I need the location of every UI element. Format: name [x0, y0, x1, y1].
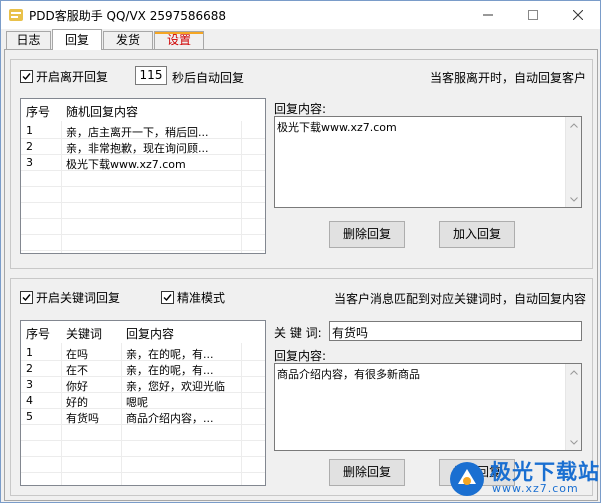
- checkbox-checked-icon: [20, 291, 33, 304]
- away-reply-checkbox[interactable]: 开启离开回复: [20, 68, 108, 85]
- keyword-reply-checkbox[interactable]: 开启关键词回复: [20, 289, 120, 306]
- list-item-empty: [21, 425, 265, 441]
- item-number: 5: [26, 410, 33, 423]
- list-header: 序号 关键词 回复内容: [21, 321, 265, 343]
- keyword-input[interactable]: 有货吗: [329, 321, 582, 341]
- watermark: 极光下载站 www.xz7.com: [448, 452, 599, 500]
- column-header-number: 序号: [26, 105, 51, 119]
- list-item-empty: [21, 187, 265, 203]
- minimize-icon[interactable]: [465, 1, 510, 29]
- title-bar: PDD客服助手 QQ/VX 2597586688: [1, 1, 600, 29]
- item-content: 亲，您好，欢迎光临: [126, 380, 225, 393]
- checkbox-checked-icon: [20, 70, 33, 83]
- list-item[interactable]: 4 好的 嗯呢: [21, 393, 265, 409]
- item-keyword: 在吗: [66, 348, 88, 361]
- column-header-content: 随机回复内容: [66, 105, 139, 119]
- item-number: 1: [26, 346, 33, 359]
- keyword-delete-button[interactable]: 删除回复: [329, 459, 405, 486]
- checkbox-checked-icon: [161, 291, 174, 304]
- list-item[interactable]: 3 你好 亲，您好，欢迎光临: [21, 377, 265, 393]
- item-content: 嗯呢: [126, 396, 148, 409]
- list-item-empty: [21, 441, 265, 457]
- vertical-scrollbar[interactable]: [565, 364, 581, 450]
- away-content-textarea[interactable]: 极光下载www.xz7.com: [274, 116, 582, 208]
- away-reply-list[interactable]: 序号 随机回复内容 1 亲，店主离开一下，稍后回... 2 亲，非常抱歉，现在询…: [20, 98, 266, 254]
- list-item-empty: [21, 235, 265, 251]
- item-number: 2: [26, 362, 33, 375]
- app-icon: [8, 7, 24, 23]
- away-content-label: 回复内容:: [274, 102, 327, 116]
- away-seconds-suffix: 秒后自动回复: [172, 71, 245, 85]
- column-header-number: 序号: [26, 327, 51, 341]
- list-item[interactable]: 1 亲，店主离开一下，稍后回...: [21, 123, 265, 139]
- away-delete-button[interactable]: 删除回复: [329, 221, 405, 248]
- keyword-reply-list[interactable]: 序号 关键词 回复内容 1 在吗 亲，在的呢，有... 2 在不 亲，在的呢，有…: [20, 320, 266, 486]
- away-seconds-input[interactable]: 115: [135, 66, 167, 85]
- away-add-button[interactable]: 加入回复: [439, 221, 515, 248]
- list-item[interactable]: 1 在吗 亲，在的呢，有...: [21, 345, 265, 361]
- list-item-empty: [21, 219, 265, 235]
- keyword-content-text: 商品介绍内容，有很多新商品: [277, 368, 420, 381]
- exact-mode-checkbox-label: 精准模式: [177, 291, 226, 305]
- close-icon[interactable]: [555, 1, 600, 29]
- keyword-reply-checkbox-label: 开启关键词回复: [36, 291, 121, 305]
- item-keyword: 在不: [66, 364, 88, 377]
- keyword-field-label: 关 键 词:: [274, 326, 322, 340]
- scroll-up-icon[interactable]: [566, 117, 581, 133]
- item-number: 1: [26, 124, 33, 137]
- watermark-url: www.xz7.com: [492, 482, 579, 495]
- tab-log[interactable]: 日志: [6, 31, 51, 50]
- item-content: 亲，在的呢，有...: [126, 348, 214, 361]
- item-number: 3: [26, 156, 33, 169]
- list-item[interactable]: 5 有货吗 商品介绍内容，...: [21, 409, 265, 425]
- tab-shipping[interactable]: 发货: [103, 31, 153, 50]
- item-keyword: 好的: [66, 396, 88, 409]
- away-content-text: 极光下载www.xz7.com: [277, 121, 397, 134]
- exact-mode-checkbox[interactable]: 精准模式: [161, 289, 225, 306]
- item-keyword: 你好: [66, 380, 88, 393]
- scroll-down-icon[interactable]: [566, 191, 581, 207]
- item-content: 商品介绍内容，...: [126, 412, 214, 425]
- app-window: PDD客服助手 QQ/VX 2597586688 日志 回复 发货 设置 开启离…: [0, 0, 601, 503]
- list-item[interactable]: 2 亲，非常抱歉，现在询问顾...: [21, 139, 265, 155]
- keyword-reply-hint: 当客户消息匹配到对应关键词时，自动回复内容: [333, 292, 586, 306]
- reply-tab-panel: 开启离开回复 115 秒后自动回复 当客服离开时，自动回复客户 序号 随机回复内…: [4, 49, 598, 501]
- column-header-content: 回复内容: [126, 327, 175, 341]
- tab-reply[interactable]: 回复: [52, 29, 102, 50]
- item-number: 3: [26, 378, 33, 391]
- item-number: 2: [26, 140, 33, 153]
- maximize-icon[interactable]: [510, 1, 555, 29]
- column-header-keyword: 关键词: [66, 327, 103, 341]
- keyword-input-value: 有货吗: [332, 326, 369, 340]
- item-number: 4: [26, 394, 33, 407]
- tab-bar: 日志 回复 发货 设置: [4, 29, 599, 50]
- window-title: PDD客服助手 QQ/VX 2597586688: [29, 9, 227, 23]
- away-reply-hint: 当客服离开时，自动回复客户: [429, 71, 586, 85]
- list-item-empty: [21, 457, 265, 473]
- item-content: 亲，在的呢，有...: [126, 364, 214, 377]
- scroll-down-icon[interactable]: [566, 434, 581, 450]
- item-content: 亲，非常抱歉，现在询问顾...: [66, 142, 209, 155]
- list-item[interactable]: 2 在不 亲，在的呢，有...: [21, 361, 265, 377]
- scroll-up-icon[interactable]: [566, 364, 581, 380]
- away-reply-checkbox-label: 开启离开回复: [36, 70, 109, 84]
- keyword-content-textarea[interactable]: 商品介绍内容，有很多新商品: [274, 363, 582, 451]
- list-item-empty: [21, 203, 265, 219]
- tab-settings[interactable]: 设置: [154, 31, 204, 50]
- item-content: 亲，店主离开一下，稍后回...: [66, 126, 209, 139]
- away-reply-group: 开启离开回复 115 秒后自动回复 当客服离开时，自动回复客户 序号 随机回复内…: [10, 59, 593, 269]
- vertical-scrollbar[interactable]: [565, 117, 581, 207]
- item-keyword: 有货吗: [66, 412, 99, 425]
- list-header: 序号 随机回复内容: [21, 99, 265, 121]
- list-item[interactable]: 3 极光下载www.xz7.com: [21, 155, 265, 171]
- watermark-logo-icon: [448, 460, 486, 498]
- keyword-content-label: 回复内容:: [274, 349, 327, 363]
- list-item-empty: [21, 171, 265, 187]
- item-content: 极光下载www.xz7.com: [66, 158, 186, 171]
